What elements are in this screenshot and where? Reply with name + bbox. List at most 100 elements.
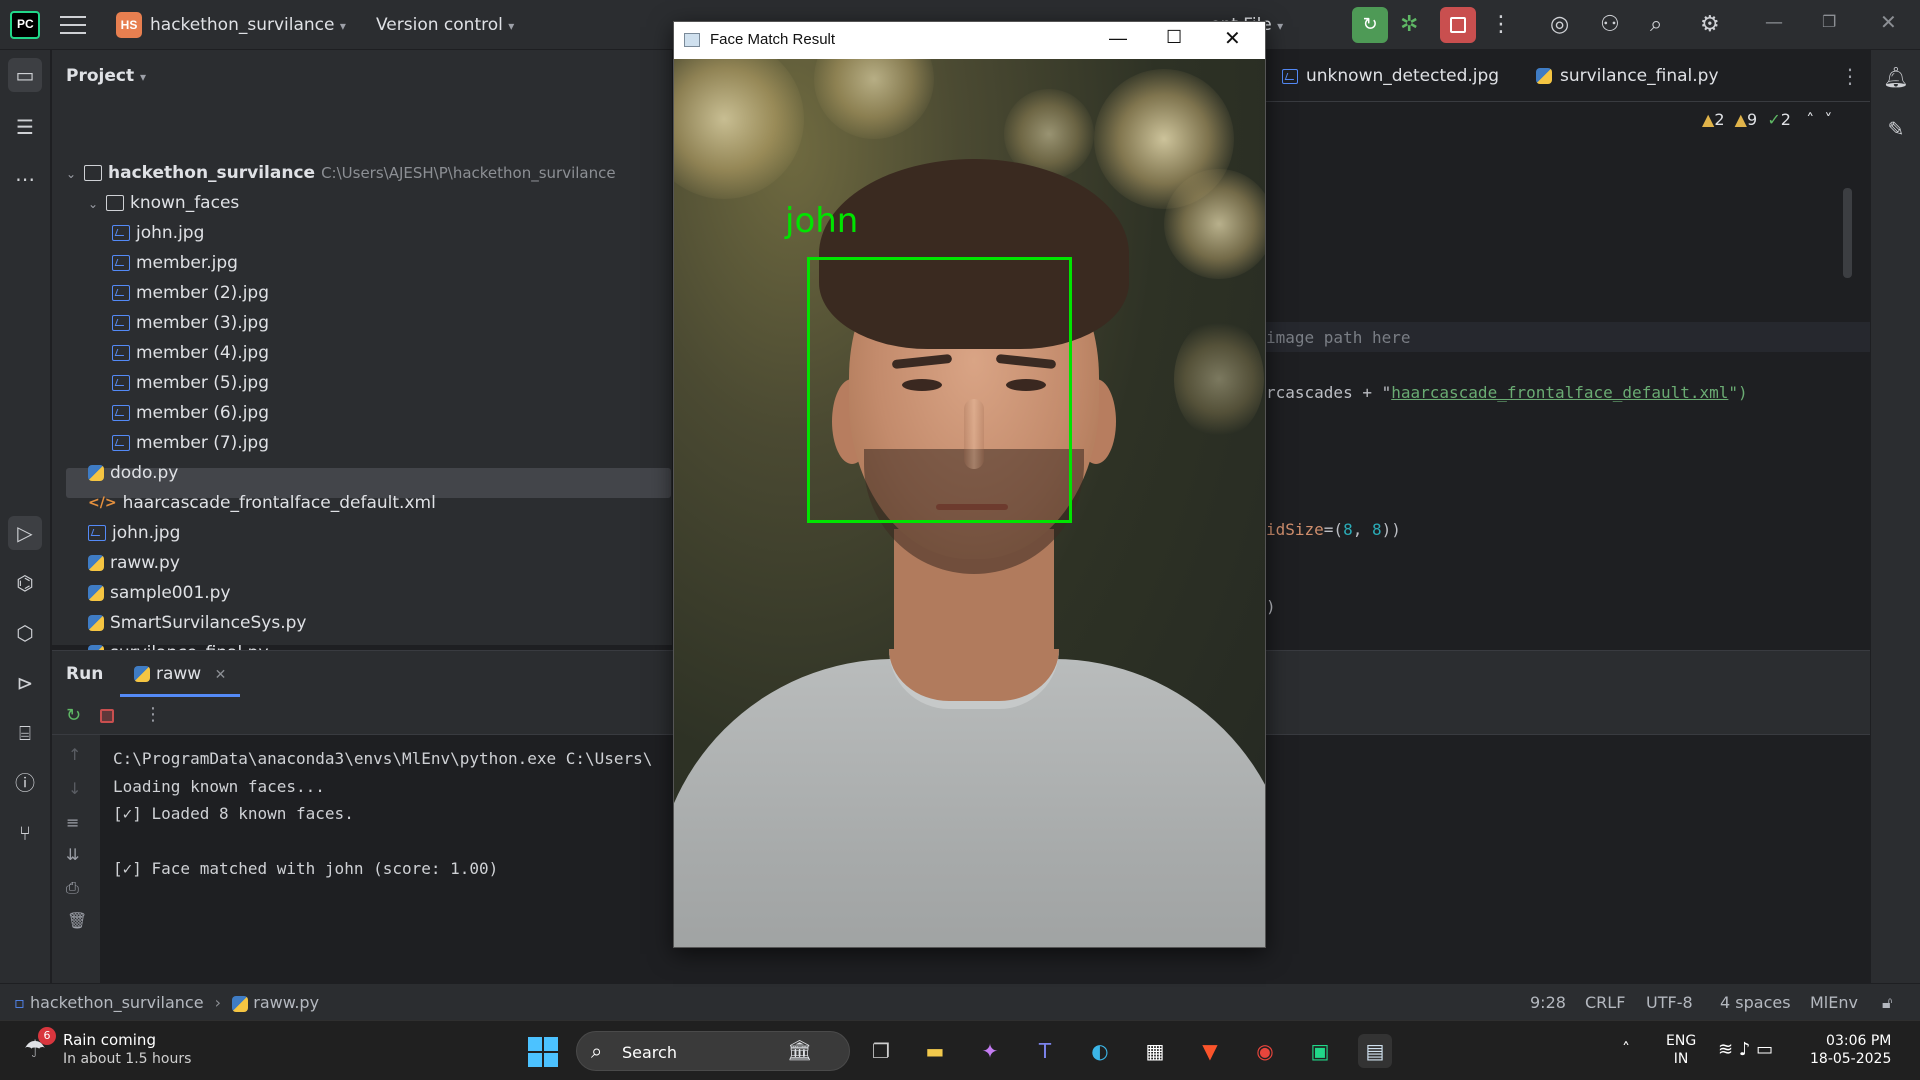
print-icon[interactable]: ⎙ bbox=[66, 878, 79, 898]
maximize-icon[interactable]: ☐ bbox=[1166, 27, 1182, 48]
ai-assistant-icon[interactable]: ◎ bbox=[1550, 12, 1569, 37]
tree-folder[interactable]: ⌄ hackethon_survilance C:\Users\AJESH\P\ha… bbox=[66, 158, 616, 188]
trash-icon[interactable]: 🗑︎ bbox=[67, 911, 87, 930]
more-actions-icon[interactable]: ⋮ bbox=[144, 704, 162, 725]
python-packages-icon[interactable]: ⬡ bbox=[8, 616, 42, 650]
file-encoding[interactable]: UTF-8 bbox=[1646, 993, 1693, 1012]
tab-unknown-detected-jpg[interactable]: unknown_detected.jpg bbox=[1282, 66, 1499, 86]
rerun-icon[interactable]: ↻ bbox=[66, 705, 81, 726]
version-control-menu[interactable]: Version control ▾ bbox=[376, 15, 514, 35]
brave-browser-icon[interactable]: ▼ bbox=[1193, 1034, 1227, 1068]
tray-chevron-up-icon[interactable]: ˄ bbox=[1622, 1039, 1630, 1058]
lock-icon[interactable]: 🔓︎ bbox=[1882, 993, 1892, 1013]
tree-file[interactable]: member (7).jpg bbox=[66, 428, 616, 458]
face-match-window[interactable]: Face Match Result — ☐ ✕ john bbox=[673, 21, 1266, 948]
battery-icon[interactable]: ▭ bbox=[1756, 1039, 1773, 1060]
main-menu-icon[interactable] bbox=[60, 14, 86, 36]
chevron-down-icon[interactable]: ⌄ bbox=[66, 159, 80, 189]
minimize-icon[interactable]: — bbox=[1765, 12, 1783, 33]
terminal-icon[interactable]: ⌸ bbox=[8, 716, 42, 750]
ai-chat-icon[interactable]: ✎ bbox=[1879, 112, 1913, 146]
tree-file[interactable]: member (5).jpg bbox=[66, 368, 616, 398]
face-window-title-bar[interactable]: Face Match Result — ☐ ✕ bbox=[674, 22, 1265, 59]
python-console-icon[interactable]: ⌬ bbox=[8, 566, 42, 600]
tree-file[interactable]: member (3).jpg bbox=[66, 308, 616, 338]
tab-survilance-final-py[interactable]: survilance_final.py bbox=[1536, 66, 1719, 86]
tree-file[interactable]: SmartSurvilanceSys.py bbox=[66, 608, 616, 638]
add-user-icon[interactable]: ⚇ bbox=[1600, 12, 1620, 37]
scroll-up-icon[interactable]: ↑ bbox=[68, 745, 81, 764]
tree-file[interactable]: john.jpg bbox=[66, 218, 616, 248]
caret-position[interactable]: 9:28 bbox=[1530, 993, 1566, 1012]
close-icon[interactable]: ✕ bbox=[1224, 26, 1241, 51]
breadcrumb-file[interactable]: raww.py bbox=[253, 993, 319, 1012]
run-tool-icon[interactable]: ▷ bbox=[8, 516, 42, 550]
project-badge[interactable]: HS bbox=[116, 12, 142, 38]
debug-icon[interactable]: ✲ bbox=[1400, 12, 1418, 37]
close-icon[interactable]: ✕ bbox=[1880, 10, 1897, 34]
pycharm-logo-icon[interactable]: PC bbox=[10, 11, 40, 39]
services-icon[interactable]: ⊳ bbox=[8, 666, 42, 700]
tree-file[interactable]: raww.py bbox=[66, 548, 616, 578]
rerun-button[interactable]: ↻ bbox=[1352, 7, 1388, 43]
tree-file[interactable]: dodo.py bbox=[66, 458, 616, 488]
volume-icon[interactable]: ♪ bbox=[1739, 1039, 1751, 1060]
tree-file[interactable]: </> haarcascade_frontalface_default.xml bbox=[66, 488, 616, 518]
chevron-up-icon[interactable]: ˄ bbox=[1806, 110, 1814, 129]
windows-start-icon[interactable] bbox=[528, 1037, 558, 1067]
python-window-taskbar-icon[interactable]: ▤ bbox=[1358, 1034, 1392, 1068]
python-interpreter[interactable]: MlEnv bbox=[1810, 993, 1858, 1012]
chevron-down-icon[interactable]: ⌄ bbox=[88, 189, 102, 219]
tree-folder[interactable]: ⌄ known_faces bbox=[66, 188, 616, 218]
stop-button[interactable] bbox=[1440, 7, 1476, 43]
taskbar-search-box[interactable]: ⌕ Search 🏛︎ bbox=[576, 1031, 850, 1071]
weather-title[interactable]: Rain coming bbox=[63, 1031, 156, 1049]
soft-wrap-icon[interactable]: ≡ bbox=[66, 813, 79, 832]
project-switcher[interactable]: hackethon_survilance ▾ bbox=[150, 15, 346, 35]
editor-scrollbar[interactable] bbox=[1843, 188, 1852, 278]
chrome-browser-icon[interactable]: ◉ bbox=[1248, 1034, 1282, 1068]
structure-icon[interactable]: ☰ bbox=[8, 110, 42, 144]
tree-file[interactable]: member (2).jpg bbox=[66, 278, 616, 308]
more-tools-icon[interactable]: ⋯ bbox=[8, 162, 42, 196]
task-view-icon[interactable]: ❐ bbox=[864, 1034, 898, 1068]
tree-file[interactable]: member (6).jpg bbox=[66, 398, 616, 428]
chevron-down-icon[interactable]: ˅ bbox=[1824, 110, 1832, 129]
file-explorer-icon[interactable]: ▬ bbox=[918, 1034, 952, 1068]
scroll-to-end-icon[interactable]: ⇊ bbox=[66, 845, 79, 864]
indent-setting[interactable]: 4 spaces bbox=[1720, 993, 1791, 1012]
tab-raww[interactable]: raww ✕ bbox=[134, 664, 226, 684]
close-tab-icon[interactable]: ✕ bbox=[215, 667, 227, 683]
edge-browser-icon[interactable]: ◐ bbox=[1083, 1034, 1117, 1068]
input-language[interactable]: ENG IN bbox=[1666, 1032, 1696, 1068]
project-view-selector[interactable]: Project ▾ bbox=[66, 66, 146, 86]
project-folder-icon[interactable]: ▭ bbox=[8, 58, 42, 92]
console-output[interactable]: C:\ProgramData\anaconda3\envs\MlEnv\pyth… bbox=[113, 745, 652, 883]
tree-file[interactable]: member.jpg bbox=[66, 248, 616, 278]
teams-icon[interactable]: T bbox=[1028, 1034, 1062, 1068]
restore-icon[interactable]: ❐ bbox=[1822, 12, 1836, 31]
tab-options-icon[interactable]: ⋮ bbox=[1840, 64, 1860, 88]
search-label: Search bbox=[622, 1043, 677, 1062]
stop-icon[interactable] bbox=[100, 709, 114, 723]
line-separator[interactable]: CRLF bbox=[1585, 993, 1625, 1012]
notifications-bell-icon[interactable]: 🔔︎ bbox=[1879, 60, 1913, 94]
breadcrumb-project[interactable]: hackethon_survilance bbox=[30, 993, 204, 1012]
tree-file[interactable]: sample001.py bbox=[66, 578, 616, 608]
inspection-widget[interactable]: ▲2 ▲9 ✓2 ˄ ˅ bbox=[1702, 110, 1832, 129]
more-actions-icon[interactable]: ⋮ bbox=[1490, 12, 1512, 37]
problems-icon[interactable]: ⓘ bbox=[8, 766, 42, 800]
pycharm-taskbar-icon[interactable]: ▣ bbox=[1303, 1034, 1337, 1068]
minimize-icon[interactable]: — bbox=[1109, 28, 1127, 49]
copilot-icon[interactable]: ✦ bbox=[973, 1034, 1007, 1068]
tree-file[interactable]: member (4).jpg bbox=[66, 338, 616, 368]
wifi-icon[interactable]: ≋ bbox=[1718, 1039, 1733, 1060]
search-icon[interactable]: ⌕ bbox=[1650, 12, 1662, 37]
scroll-down-icon[interactable]: ↓ bbox=[68, 779, 81, 798]
microsoft-store-icon[interactable]: ▦ bbox=[1138, 1034, 1172, 1068]
tree-file[interactable]: john.jpg bbox=[66, 518, 616, 548]
system-clock[interactable]: 03:06 PM 18-05-2025 bbox=[1810, 1032, 1891, 1068]
settings-gear-icon[interactable]: ⚙ bbox=[1700, 12, 1720, 37]
git-branch-icon[interactable]: ⑂ bbox=[8, 816, 42, 850]
tray-icons[interactable]: ≋ ♪ ▭ bbox=[1718, 1039, 1773, 1060]
